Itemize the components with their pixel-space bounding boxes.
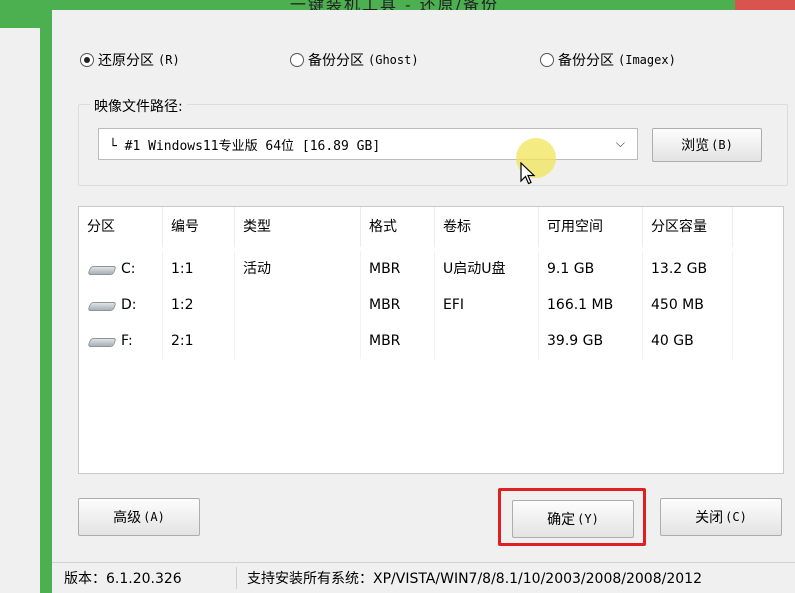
drive-cell: D: xyxy=(79,287,163,323)
spacer-cell xyxy=(733,251,783,287)
image-path-label: 映像文件路径: xyxy=(90,96,187,116)
label-cell xyxy=(435,323,539,359)
drive-icon xyxy=(87,334,115,348)
radio-icon[interactable] xyxy=(540,53,554,67)
column-header[interactable]: 编号 xyxy=(163,207,235,247)
version-text: 版本：6.1.20.326 xyxy=(64,571,182,587)
format-cell: MBR xyxy=(361,251,435,287)
number-cell: 1:1 xyxy=(163,251,235,287)
column-header[interactable]: 可用空间 xyxy=(539,207,643,247)
format-cell: MBR xyxy=(361,287,435,323)
browse-shortcut: (B) xyxy=(711,138,733,152)
advanced-label: 高级 xyxy=(113,510,142,526)
mouse-cursor-icon xyxy=(520,162,536,185)
advanced-button[interactable]: 高级 (A) xyxy=(78,498,200,536)
drive-icon xyxy=(87,298,115,312)
advanced-shortcut: (A) xyxy=(143,510,165,524)
drive-letter: F: xyxy=(121,333,133,349)
free-space-cell: 39.9 GB xyxy=(539,323,643,359)
ok-label: 确定 xyxy=(547,512,576,528)
window-border xyxy=(40,0,52,593)
radio-shortcut: (Imagex) xyxy=(618,53,676,67)
radio-label: 备份分区 xyxy=(558,53,614,69)
table-row[interactable]: F: 2:1 MBR 39.9 GB 40 GB xyxy=(79,323,783,359)
partition-table: 分区 编号 类型 格式 卷标 可用空间 分区容量 C: 1:1 活动 MBR U… xyxy=(78,206,784,474)
radio-icon[interactable] xyxy=(290,53,304,67)
spacer-cell xyxy=(733,287,783,323)
capacity-cell: 450 MB xyxy=(643,287,733,323)
status-bar: 版本：6.1.20.326 支持安装所有系统：XP/VISTA/WIN7/8/8… xyxy=(52,562,795,593)
column-header-spacer xyxy=(733,207,783,247)
image-path-value: └ #1 Windows11专业版 64位 [16.89 GB] xyxy=(109,138,381,154)
format-cell: MBR xyxy=(361,323,435,359)
column-header[interactable]: 卷标 xyxy=(435,207,539,247)
drive-letter: D: xyxy=(121,297,137,313)
radio-backup-imagex[interactable]: 备份分区 (Imagex) xyxy=(540,50,676,70)
label-cell: EFI xyxy=(435,287,539,323)
browse-label: 浏览 xyxy=(681,138,710,154)
status-divider xyxy=(236,567,237,589)
type-cell xyxy=(235,323,361,359)
column-header[interactable]: 分区 xyxy=(79,207,163,247)
number-cell: 2:1 xyxy=(163,323,235,359)
supported-systems-text: 支持安装所有系统：XP/VISTA/WIN7/8/8.1/10/2003/200… xyxy=(247,571,702,587)
label-cell: U启动U盘 xyxy=(435,251,539,287)
column-header[interactable]: 类型 xyxy=(235,207,361,247)
column-header[interactable]: 格式 xyxy=(361,207,435,247)
radio-shortcut: (Ghost) xyxy=(368,53,419,67)
capacity-cell: 13.2 GB xyxy=(643,251,733,287)
table-row[interactable]: D: 1:2 MBR EFI 166.1 MB 450 MB xyxy=(79,287,783,323)
spacer-cell xyxy=(733,323,783,359)
radio-label: 还原分区 xyxy=(98,53,154,69)
table-row[interactable]: C: 1:1 活动 MBR U启动U盘 9.1 GB 13.2 GB xyxy=(79,251,783,287)
browse-button[interactable]: 浏览 (B) xyxy=(652,128,762,162)
radio-label: 备份分区 xyxy=(308,53,364,69)
radio-icon[interactable] xyxy=(80,53,94,67)
capacity-cell: 40 GB xyxy=(643,323,733,359)
drive-letter: C: xyxy=(121,261,136,277)
drive-cell: F: xyxy=(79,323,163,359)
type-cell: 活动 xyxy=(235,251,361,287)
window-close-button[interactable] xyxy=(735,0,795,10)
ok-shortcut: (Y) xyxy=(577,512,599,526)
mode-radio-group: 还原分区 (R) 备份分区 (Ghost) 备份分区 (Imagex) xyxy=(80,50,795,74)
close-label: 关闭 xyxy=(695,510,724,526)
chevron-down-icon[interactable]: ⌵ xyxy=(616,136,625,151)
radio-restore-partition[interactable]: 还原分区 (R) xyxy=(80,50,180,70)
drive-icon xyxy=(87,262,115,276)
close-button[interactable]: 关闭 (C) xyxy=(660,498,782,536)
free-space-cell: 9.1 GB xyxy=(539,251,643,287)
drive-cell: C: xyxy=(79,251,163,287)
column-header[interactable]: 分区容量 xyxy=(643,207,733,247)
free-space-cell: 166.1 MB xyxy=(539,287,643,323)
radio-shortcut: (R) xyxy=(158,53,180,67)
number-cell: 1:2 xyxy=(163,287,235,323)
table-header: 分区 编号 类型 格式 卷标 可用空间 分区容量 xyxy=(79,207,783,247)
ok-button[interactable]: 确定 (Y) xyxy=(512,500,634,538)
close-shortcut: (C) xyxy=(725,510,747,524)
radio-backup-ghost[interactable]: 备份分区 (Ghost) xyxy=(290,50,419,70)
image-path-select[interactable]: └ #1 Windows11专业版 64位 [16.89 GB] ⌵ xyxy=(98,128,638,160)
type-cell xyxy=(235,287,361,323)
